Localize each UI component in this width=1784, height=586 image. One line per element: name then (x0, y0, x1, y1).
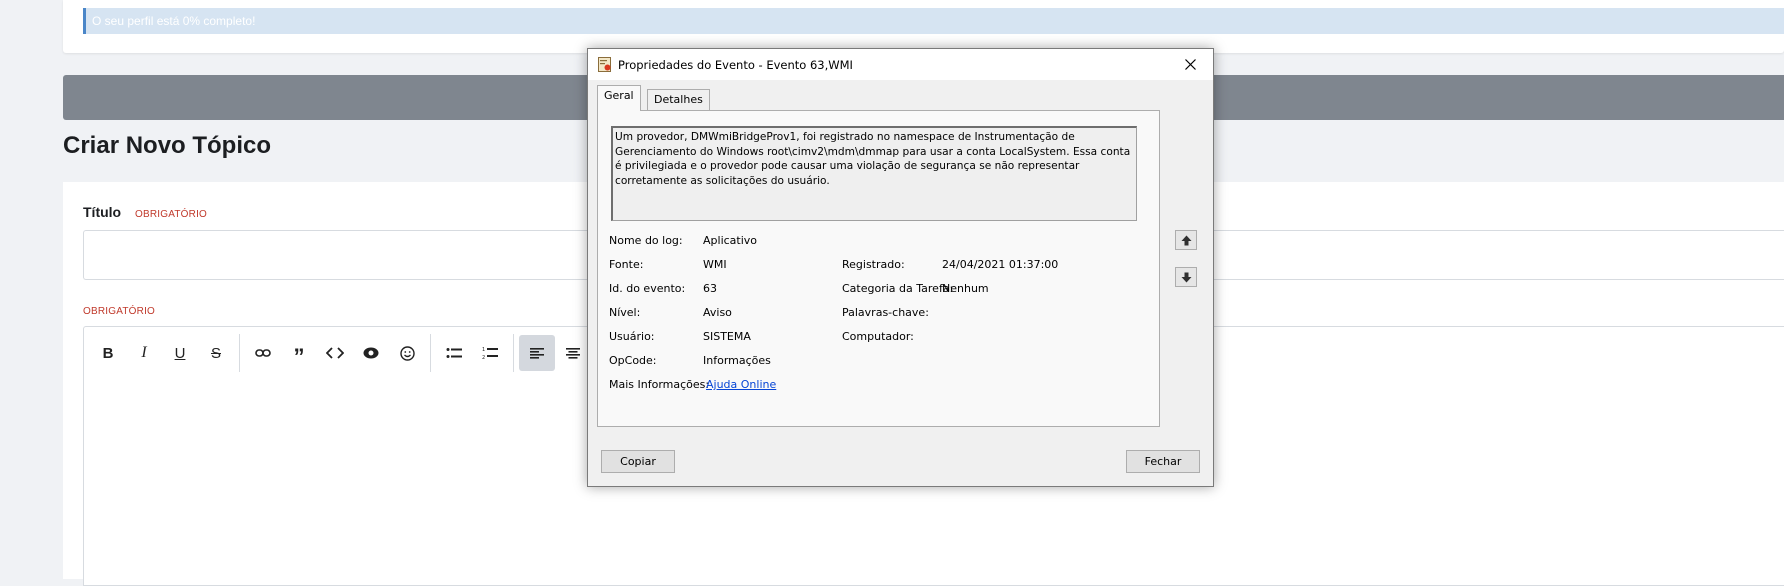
opcode-label: OpCode: (609, 354, 657, 367)
code-icon (326, 347, 344, 359)
logged-value: 24/04/2021 01:37:00 (942, 258, 1059, 271)
user-label: Usuário: (609, 330, 655, 343)
bullet-list-button[interactable] (436, 335, 472, 371)
svg-text:1: 1 (482, 347, 485, 353)
numbered-list-icon: 12 (482, 347, 498, 360)
level-label: Nível: (609, 306, 641, 319)
general-tab-panel: Um provedor, DMWmiBridgeProv1, foi regis… (597, 110, 1160, 427)
dialog-titlebar[interactable]: Propriedades do Evento - Evento 63,WMI (588, 49, 1213, 80)
arrow-down-icon (1181, 272, 1191, 282)
level-value: Aviso (703, 306, 732, 319)
online-help-link[interactable]: Ajuda Online (706, 378, 776, 391)
required-tag: OBRIGATÓRIO (135, 209, 208, 220)
editor-required-tag: OBRIGATÓRIO (83, 306, 156, 317)
profile-progress-bar: O seu perfil está 0% completo! (83, 8, 1784, 34)
log-name-value: Aplicativo (703, 234, 758, 247)
toolbar-divider (513, 334, 514, 372)
quote-icon: ” (293, 344, 305, 369)
smile-icon (399, 345, 415, 361)
tab-geral[interactable]: Geral (597, 85, 641, 111)
dialog-title: Propriedades do Evento - Evento 63,WMI (618, 58, 853, 72)
code-button[interactable] (317, 335, 353, 371)
close-dialog-button[interactable]: Fechar (1126, 450, 1200, 473)
quote-button[interactable]: ” (281, 335, 317, 371)
keywords-label: Palavras-chave: (842, 306, 929, 319)
task-category-label: Categoria da Tarefa: (842, 282, 954, 295)
svg-text:2: 2 (482, 355, 485, 360)
align-center-icon (566, 347, 580, 359)
bold-button[interactable]: B (90, 335, 126, 371)
align-center-button[interactable] (555, 335, 591, 371)
profile-card: O seu perfil está 0% completo! (63, 0, 1784, 53)
more-info-label: Mais Informações: (609, 378, 710, 391)
align-left-button[interactable] (519, 335, 555, 371)
link-button[interactable] (245, 335, 281, 371)
event-viewer-icon (598, 57, 611, 72)
toolbar-divider (430, 334, 431, 372)
log-name-label: Nome do log: (609, 234, 683, 247)
align-left-icon (530, 347, 544, 359)
opcode-value: Informações (703, 354, 771, 367)
copy-button[interactable]: Copiar (601, 450, 675, 473)
strikethrough-button[interactable]: S (198, 335, 234, 371)
close-button[interactable] (1167, 49, 1213, 80)
event-description[interactable]: Um provedor, DMWmiBridgeProv1, foi regis… (611, 126, 1137, 221)
bullet-list-icon (446, 348, 462, 358)
event-properties-dialog: Propriedades do Evento - Evento 63,WMI G… (587, 48, 1214, 487)
profile-progress-text: O seu perfil está 0% completo! (92, 14, 256, 28)
eye-icon (363, 347, 379, 359)
event-id-label: Id. do evento: (609, 282, 686, 295)
previous-event-button[interactable] (1175, 230, 1197, 250)
numbered-list-button[interactable]: 12 (472, 335, 508, 371)
task-category-value: Nenhum (942, 282, 989, 295)
event-id-value: 63 (703, 282, 717, 295)
emoji-button[interactable] (389, 335, 425, 371)
page-title: Criar Novo Tópico (63, 132, 272, 159)
underline-button[interactable]: U (162, 335, 198, 371)
source-value: WMI (703, 258, 727, 271)
editor-toolbar: B I U S ” 12 (84, 327, 591, 379)
computer-label: Computador: (842, 330, 914, 343)
toolbar-divider (239, 334, 240, 372)
next-event-button[interactable] (1175, 267, 1197, 287)
spoiler-button[interactable] (353, 335, 389, 371)
tab-detalhes[interactable]: Detalhes (647, 89, 710, 110)
user-value: SISTEMA (703, 330, 751, 343)
logged-label: Registrado: (842, 258, 905, 271)
close-icon (1184, 59, 1196, 70)
italic-button[interactable]: I (126, 335, 162, 371)
link-icon (255, 349, 271, 357)
source-label: Fonte: (609, 258, 644, 271)
title-label: Título (83, 204, 122, 220)
arrow-up-icon (1181, 235, 1191, 245)
